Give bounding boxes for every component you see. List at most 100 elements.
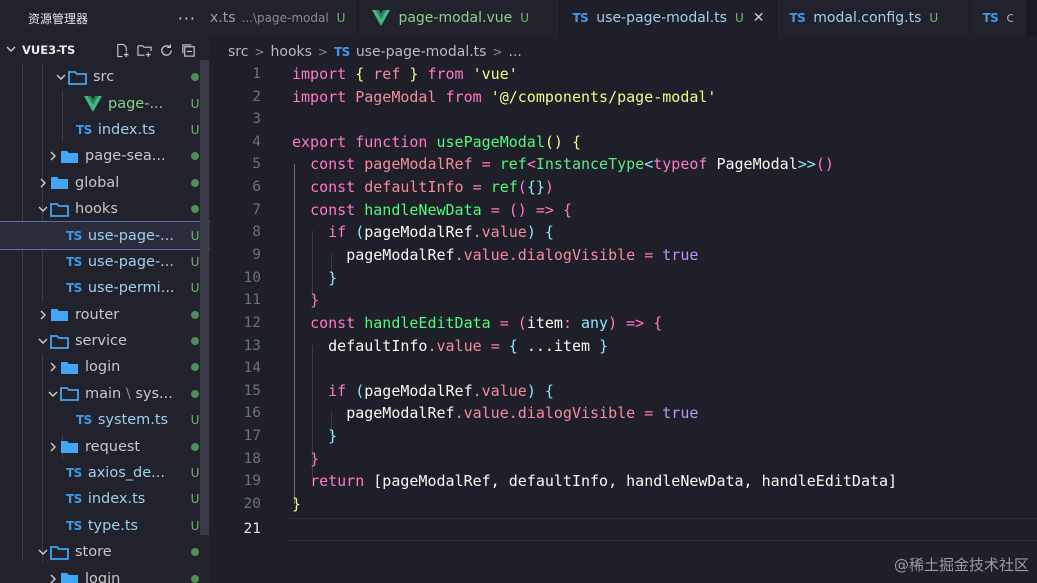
code-line: 12 const handleEditData = (item: any) =>… xyxy=(243,314,663,333)
tree-file-type-ts[interactable]: TS type.ts U xyxy=(0,513,210,539)
code-line: 17 } xyxy=(243,427,338,446)
folder-icon xyxy=(60,360,79,375)
new-folder-icon[interactable] xyxy=(137,43,152,58)
code-line: 3 xyxy=(252,111,261,128)
typescript-file-icon: TS xyxy=(66,281,82,296)
tree-file-axios-demo-ts[interactable]: TS axios_de... U xyxy=(0,460,210,486)
new-file-icon[interactable] xyxy=(115,43,130,58)
tree-file-use-page-search-ts[interactable]: TS use-page-... U xyxy=(0,249,210,275)
tab-index-ts[interactable]: x.ts ...\page-modal U xyxy=(210,0,359,36)
chevron-down-icon xyxy=(36,336,50,346)
collapse-all-icon[interactable] xyxy=(181,43,196,58)
breadcrumb-src[interactable]: src xyxy=(228,44,248,60)
folder-open-icon xyxy=(50,334,69,349)
folder-icon xyxy=(60,149,79,164)
watermark: @稀土掘金技术社区 xyxy=(893,556,1029,574)
tree-file-index-ts[interactable]: TS index.ts U xyxy=(0,486,210,512)
code-line: 2 import PageModal from '@/components/pa… xyxy=(252,88,717,107)
typescript-file-icon: TS xyxy=(66,254,82,269)
chevron-right-icon xyxy=(46,362,60,372)
project-name: VUE3-TS xyxy=(22,43,76,57)
chevron-right-icon: > xyxy=(254,45,265,59)
tree-folder-request[interactable]: request xyxy=(0,433,210,459)
chevron-right-icon xyxy=(36,178,50,188)
code-line: 15 if (pageModalRef.value) { xyxy=(243,382,554,401)
typescript-file-icon: TS xyxy=(66,492,82,507)
more-actions-icon[interactable]: ··· xyxy=(178,9,196,28)
chevron-down-icon xyxy=(46,389,60,399)
breadcrumb-hooks[interactable]: hooks xyxy=(271,44,312,60)
breadcrumb: src > hooks > TS use-page-modal.ts > ... xyxy=(228,40,522,64)
explorer-sidebar: 资源管理器 ··· VUE3-TS src page-... U TS inde… xyxy=(0,0,210,583)
breadcrumb-symbol[interactable]: ... xyxy=(509,44,522,60)
tree-folder-main-system[interactable]: main \ sys... xyxy=(0,381,210,407)
folder-open-icon xyxy=(68,70,87,85)
vue-file-icon xyxy=(84,95,102,112)
tree-file-page-modal-vue[interactable]: page-... U xyxy=(0,90,210,116)
tree-folder-login[interactable]: login xyxy=(0,565,210,583)
typescript-file-icon: TS xyxy=(76,413,92,428)
editor-tabs: x.ts ...\page-modal U page-modal.vue U T… xyxy=(210,0,1037,36)
tab-overflow[interactable]: TS c xyxy=(970,0,1027,36)
git-modified-dot xyxy=(180,574,210,583)
chevron-right-icon: > xyxy=(492,45,503,59)
close-tab-icon[interactable]: ✕ xyxy=(753,10,765,26)
code-editor[interactable]: 1 import { ref } from 'vue' 2 import Pag… xyxy=(210,63,1037,583)
typescript-file-icon: TS xyxy=(789,11,806,25)
folder-open-icon xyxy=(50,545,69,560)
project-header[interactable]: VUE3-TS xyxy=(0,36,210,64)
chevron-down-icon xyxy=(54,72,68,82)
chevron-right-icon xyxy=(36,310,50,320)
code-line: 9 pageModalRef.value.dialogVisible = tru… xyxy=(252,246,699,265)
typescript-file-icon: TS xyxy=(66,518,82,533)
tree-folder-global[interactable]: global xyxy=(0,170,210,196)
code-line: 6 const defaultInfo = ref({}) xyxy=(252,178,554,197)
file-tree: src page-... U TS index.ts U page-sea...… xyxy=(0,64,210,583)
typescript-file-icon: TS xyxy=(66,228,82,243)
chevron-right-icon: > xyxy=(317,45,328,59)
code-line: 19 return [pageModalRef, defaultInfo, ha… xyxy=(243,472,898,491)
tab-use-page-modal-ts[interactable]: TS use-page-modal.ts U ✕ xyxy=(560,0,778,36)
tree-file-index-ts[interactable]: TS index.ts U xyxy=(0,117,210,143)
refresh-icon[interactable] xyxy=(159,43,174,58)
folder-icon xyxy=(50,175,69,190)
code-line: 20 } xyxy=(243,495,302,514)
code-line: 7 const handleNewData = () => { xyxy=(252,201,572,220)
chevron-down-icon xyxy=(36,204,50,214)
code-line: 4 export function usePageModal() { xyxy=(252,133,581,152)
chevron-right-icon xyxy=(46,151,60,161)
sidebar-scrollbar[interactable] xyxy=(200,60,209,535)
tree-folder-store[interactable]: store xyxy=(0,539,210,565)
tree-folder-login[interactable]: login xyxy=(0,354,210,380)
tree-folder-page-search[interactable]: page-sea... xyxy=(0,143,210,169)
tab-page-modal-vue[interactable]: page-modal.vue U xyxy=(358,0,561,36)
code-line: 8 if (pageModalRef.value) { xyxy=(252,223,554,242)
folder-open-icon xyxy=(50,202,69,217)
typescript-file-icon: TS xyxy=(982,11,999,25)
code-line: 10 } xyxy=(243,269,338,288)
tree-folder-src[interactable]: src xyxy=(0,64,210,90)
typescript-file-icon: TS xyxy=(66,466,82,481)
tree-file-use-page-modal-ts[interactable]: TS use-page-... U xyxy=(0,221,210,250)
chevron-right-icon xyxy=(46,442,60,452)
chevron-right-icon xyxy=(46,574,60,583)
breadcrumb-file[interactable]: use-page-modal.ts xyxy=(356,44,487,60)
code-line: 14 xyxy=(243,360,261,377)
tree-folder-service[interactable]: service xyxy=(0,328,210,354)
tree-folder-hooks[interactable]: hooks xyxy=(0,196,210,222)
typescript-file-icon: TS xyxy=(76,122,92,137)
code-line: 18 } xyxy=(243,450,320,469)
explorer-title: 资源管理器 xyxy=(28,11,89,26)
typescript-file-icon: TS xyxy=(572,11,589,25)
code-line: 16 pageModalRef.value.dialogVisible = tr… xyxy=(243,404,699,423)
git-modified-dot xyxy=(180,548,210,557)
tree-file-system-ts[interactable]: TS system.ts U xyxy=(0,407,210,433)
vue-file-icon xyxy=(372,10,391,26)
code-line-current: 21 xyxy=(243,521,261,538)
tab-modal-config-ts[interactable]: TS modal.config.ts U xyxy=(777,0,971,36)
tree-file-use-permission-ts[interactable]: TS use-permi... U xyxy=(0,275,210,301)
tree-folder-router[interactable]: router xyxy=(0,302,210,328)
typescript-file-icon: TS xyxy=(333,45,350,59)
folder-icon xyxy=(60,439,79,454)
code-line: 13 defaultInfo.value = { ...item } xyxy=(243,337,609,356)
